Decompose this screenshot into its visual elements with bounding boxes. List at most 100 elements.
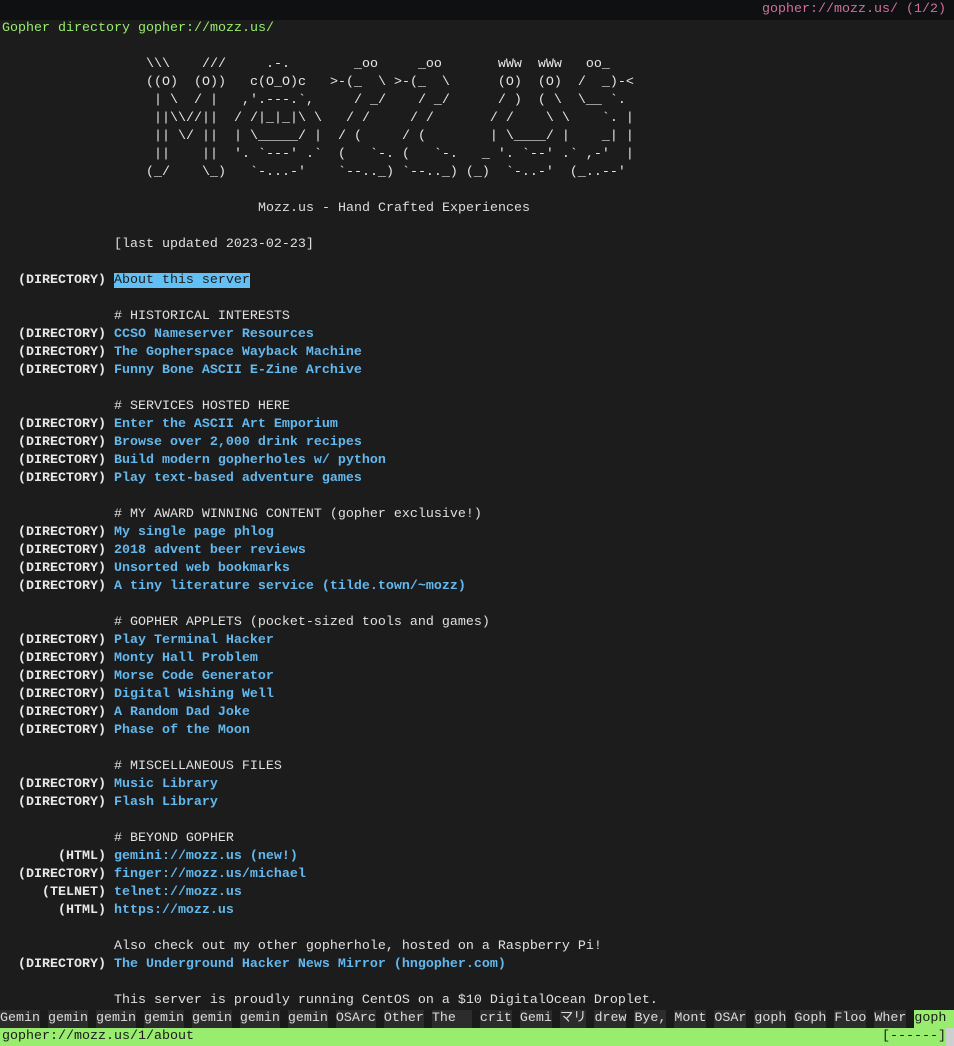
title-bar: gopher://mozz.us/ (1/2) — [0, 0, 954, 20]
directory-link[interactable]: A tiny literature service (tilde.town/~m… — [114, 579, 466, 594]
list-item: (DIRECTORY) About this server — [2, 272, 250, 290]
tab[interactable]: gemin — [47, 1010, 88, 1028]
directory-link[interactable]: Morse Code Generator — [114, 669, 274, 684]
list-item: (DIRECTORY) Monty Hall Problem — [2, 650, 258, 668]
ascii-art-line: || || '. `---' .` ( `-. ( `-. _ '. `--' … — [146, 147, 634, 162]
tab[interactable]: Gemin — [0, 1010, 40, 1028]
tab[interactable]: Floo — [834, 1010, 867, 1028]
list-item: (DIRECTORY) CCSO Nameserver Resources — [2, 326, 314, 344]
list-item: (DIRECTORY) Flash Library — [2, 794, 218, 812]
tab[interactable]: gemin — [191, 1010, 232, 1028]
tab[interactable]: OSAr — [714, 1010, 747, 1028]
list-item: (DIRECTORY) Build modern gopherholes w/ p… — [2, 452, 386, 470]
tab[interactable]: Gemi — [519, 1010, 552, 1028]
directory-link[interactable]: Phase of the Moon — [114, 723, 250, 738]
status-bar: gopher://mozz.us/1/about [------] — [0, 1028, 954, 1046]
item-type-label: (DIRECTORY) — [17, 795, 106, 810]
list-item: (DIRECTORY) Play Terminal Hacker — [2, 632, 274, 650]
directory-link[interactable]: A Random Dad Joke — [114, 705, 250, 720]
tab[interactable]: OSArc — [335, 1010, 376, 1028]
directory-link[interactable]: Play Terminal Hacker — [114, 633, 274, 648]
list-item: (DIRECTORY) Phase of the Moon — [2, 722, 250, 740]
directory-link[interactable]: 2018 advent beer reviews — [114, 543, 306, 558]
directory-link[interactable]: Flash Library — [114, 795, 218, 810]
tab[interactable]: gemin — [287, 1010, 328, 1028]
item-type-label: (DIRECTORY) — [17, 471, 106, 486]
item-type-label: (DIRECTORY) — [17, 669, 106, 684]
list-item: (DIRECTORY) My single page phlog — [2, 524, 274, 542]
load-progress: [------] — [882, 1029, 946, 1044]
directory-link[interactable]: The Underground Hacker News Mirror (hngo… — [114, 957, 506, 972]
tab[interactable]: crit — [479, 1010, 512, 1028]
directory-link[interactable]: The Gopherspace Wayback Machine — [114, 345, 362, 360]
tab[interactable]: Mont — [674, 1010, 707, 1028]
directory-link[interactable]: CCSO Nameserver Resources — [114, 327, 314, 342]
tab-bar: Gemin gemin gemin gemin gemin gemin gemin OSArc… — [0, 1010, 954, 1028]
directory-link[interactable]: telnet://mozz.us — [114, 885, 242, 900]
list-item: (DIRECTORY) 2018 advent beer reviews — [2, 542, 306, 560]
directory-link[interactable]: gemini://mozz.us (new!) — [114, 849, 298, 864]
directory-link[interactable]: About this server — [113, 273, 250, 288]
section-heading: # MY AWARD WINNING CONTENT (gopher exclu… — [113, 507, 482, 522]
list-item: (HTML) https://mozz.us — [2, 902, 234, 920]
item-type-label: (DIRECTORY) — [17, 525, 106, 540]
directory-link[interactable]: Build modern gopherholes w/ python — [114, 453, 386, 468]
tab[interactable]: goph — [754, 1010, 787, 1028]
item-type-label: (DIRECTORY) — [17, 777, 106, 792]
directory-link[interactable]: Music Library — [114, 777, 218, 792]
ascii-art-line: \\\ /// .-. _oo _oo wWw wWw oo_ — [146, 57, 610, 72]
list-item: (DIRECTORY) Enter the ASCII Art Emporium — [2, 416, 338, 434]
tab[interactable]: drew — [594, 1010, 627, 1028]
item-type-label: (DIRECTORY) — [17, 957, 106, 972]
tab[interactable]: The — [431, 1010, 472, 1028]
tab[interactable]: Wher — [874, 1010, 907, 1028]
ascii-art-line: || \/ || | \_____/ | / ( / ( | \____/ | … — [146, 129, 634, 144]
ascii-art-line: (_/ \_) `-...-' `--.._) `--.._) (_) `-..… — [146, 165, 626, 180]
directory-link[interactable]: Browse over 2,000 drink recipes — [114, 435, 362, 450]
directory-link[interactable]: finger://mozz.us/michael — [114, 867, 306, 882]
list-item: (DIRECTORY) Music Library — [2, 776, 218, 794]
directory-link[interactable]: Monty Hall Problem — [114, 651, 258, 666]
text-line: # SERVICES HOSTED HERE — [2, 398, 290, 416]
directory-link[interactable]: https://mozz.us — [114, 903, 234, 918]
list-item: (DIRECTORY) A Random Dad Joke — [2, 704, 250, 722]
item-type-label: (DIRECTORY) — [17, 543, 106, 558]
directory-link[interactable]: My single page phlog — [114, 525, 274, 540]
tab[interactable]: gemin — [95, 1010, 136, 1028]
tab[interactable]: Goph — [794, 1010, 827, 1028]
ascii-art-logo: \\\ /// .-. _oo _oo wWw wWw oo_ ((O) (O))… — [146, 56, 634, 182]
item-type-label: (DIRECTORY) — [17, 327, 106, 342]
item-type-label: (DIRECTORY) — [17, 561, 106, 576]
text-line: Also check out my other gopherhole, host… — [2, 938, 602, 956]
directory-link[interactable]: Funny Bone ASCII E-Zine Archive — [114, 363, 362, 378]
tab[interactable]: gemin — [239, 1010, 280, 1028]
item-type-label: (DIRECTORY) — [17, 273, 106, 288]
item-type-label: (DIRECTORY) — [17, 453, 106, 468]
directory-link[interactable]: Digital Wishing Well — [114, 687, 274, 702]
tab[interactable]: Other — [383, 1010, 424, 1028]
item-type-label: (DIRECTORY) — [17, 705, 106, 720]
tab[interactable]: goph — [914, 1010, 954, 1028]
info-text: This server is proudly running CentOS on… — [113, 993, 658, 1008]
text-line: This server is proudly running CentOS on… — [2, 992, 658, 1010]
text-line: # HISTORICAL INTERESTS — [2, 308, 290, 326]
directory-link[interactable]: Play text-based adventure games — [114, 471, 362, 486]
item-type-label: (DIRECTORY) — [17, 345, 106, 360]
list-item: (HTML) gemini://mozz.us (new!) — [2, 848, 298, 866]
item-type-label: (DIRECTORY) — [17, 867, 106, 882]
scrollbar[interactable] — [946, 1028, 954, 1046]
tab[interactable]: Bye, — [634, 1010, 667, 1028]
directory-link[interactable]: Enter the ASCII Art Emporium — [114, 417, 338, 432]
list-item: (DIRECTORY) Unsorted web bookmarks — [2, 560, 290, 578]
section-heading: # SERVICES HOSTED HERE — [113, 399, 290, 414]
directory-link[interactable]: Unsorted web bookmarks — [114, 561, 290, 576]
section-heading: # GOPHER APPLETS (pocket-sized tools and… — [113, 615, 490, 630]
section-heading: # MISCELLANEOUS FILES — [113, 759, 282, 774]
tab[interactable]: マリ — [559, 1010, 587, 1028]
text-line: # MY AWARD WINNING CONTENT (gopher exclu… — [2, 506, 482, 524]
info-text: Also check out my other gopherhole, host… — [113, 939, 602, 954]
tab[interactable]: gemin — [143, 1010, 184, 1028]
section-heading: # HISTORICAL INTERESTS — [113, 309, 290, 324]
list-item: (DIRECTORY) Play text-based adventure gam… — [2, 470, 362, 488]
window-title: gopher://mozz.us/ (1/2) — [762, 2, 946, 17]
